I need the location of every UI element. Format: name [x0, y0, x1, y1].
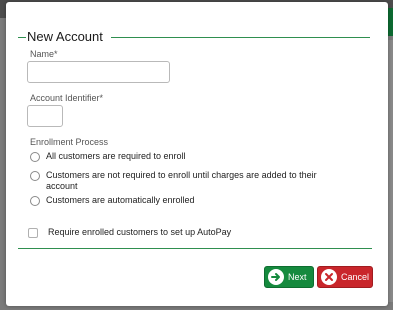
next-button-label: Next — [288, 272, 307, 282]
enrollment-option-label: Customers are automatically enrolled — [46, 195, 195, 205]
enrollment-option-until-charges[interactable]: Customers are not required to enroll unt… — [30, 170, 336, 192]
enrollment-option-all-required[interactable]: All customers are required to enroll — [30, 151, 336, 162]
x-circle-icon — [321, 269, 337, 285]
enrollment-process-label: Enrollment Process — [30, 137, 109, 147]
title-rule-right — [111, 37, 370, 38]
arrow-right-circle-icon — [268, 269, 284, 285]
next-button[interactable]: Next — [264, 266, 314, 288]
autopay-checkbox[interactable] — [28, 228, 38, 238]
name-input[interactable] — [27, 61, 170, 83]
radio-button[interactable] — [30, 196, 40, 206]
autopay-checkbox-row[interactable]: Require enrolled customers to set up Aut… — [28, 227, 338, 238]
enrollment-option-label: All customers are required to enroll — [46, 151, 186, 161]
autopay-label: Require enrolled customers to set up Aut… — [48, 227, 232, 237]
radio-button[interactable] — [30, 152, 40, 162]
footer-divider — [18, 248, 372, 249]
enrollment-option-automatic[interactable]: Customers are automatically enrolled — [30, 195, 336, 206]
cancel-button[interactable]: Cancel — [317, 266, 373, 288]
name-label: Name* — [30, 49, 58, 59]
cancel-button-label: Cancel — [341, 272, 370, 282]
account-identifier-input[interactable] — [27, 105, 63, 127]
title-rule-left — [18, 37, 26, 38]
dialog-title: New Account — [27, 29, 103, 44]
new-account-dialog: New Account Name* Account Identifier* En… — [6, 2, 388, 306]
radio-button[interactable] — [30, 171, 40, 181]
account-identifier-label: Account Identifier* — [30, 93, 104, 103]
enrollment-option-label: Customers are not required to enroll unt… — [46, 170, 317, 191]
dialog-title-row: New Account — [18, 28, 370, 46]
